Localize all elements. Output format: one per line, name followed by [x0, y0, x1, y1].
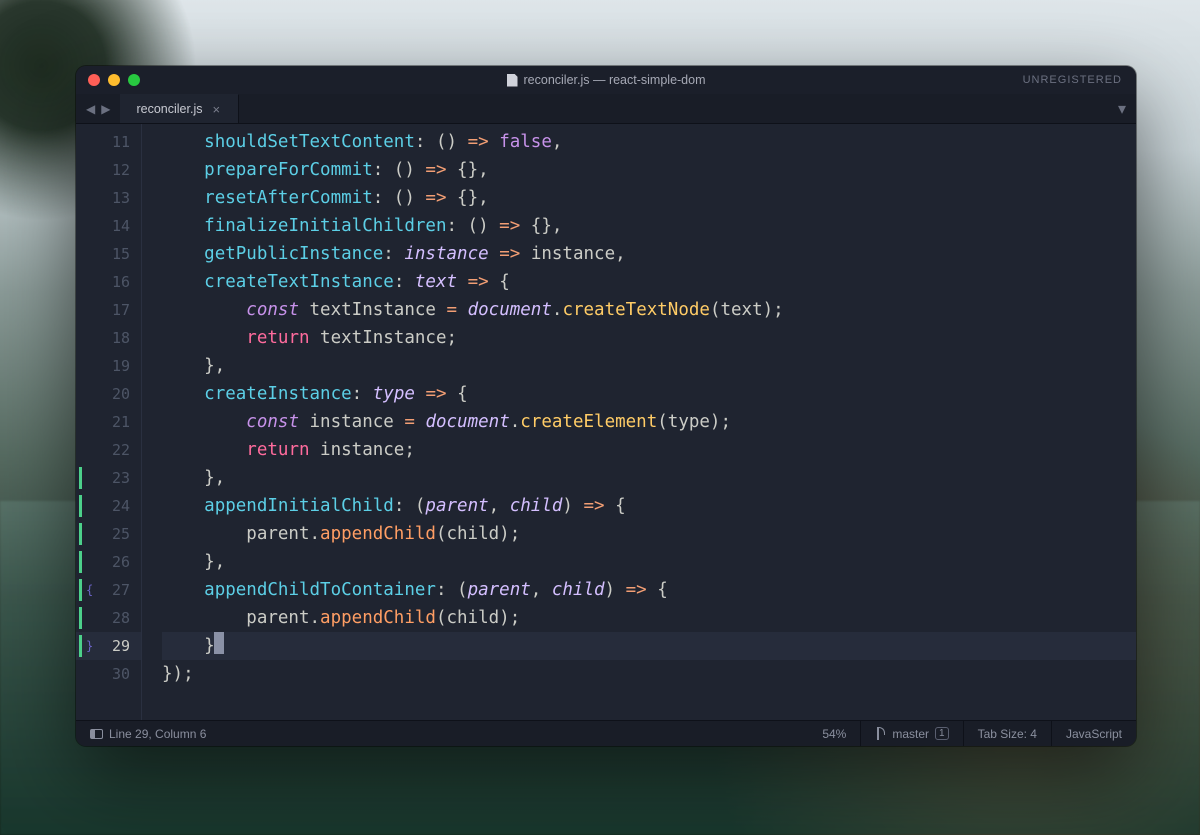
- code-line[interactable]: return instance;: [162, 436, 1136, 464]
- line-number-gutter[interactable]: 1112131415161718192021222324252627{2829}…: [76, 124, 142, 720]
- code-line[interactable]: const textInstance = document.createText…: [162, 296, 1136, 324]
- code-line[interactable]: shouldSetTextContent: () => false,: [162, 128, 1136, 156]
- line-number[interactable]: 28: [76, 604, 142, 632]
- editor-window: reconciler.js — react-simple-dom UNREGIS…: [76, 66, 1136, 746]
- line-number[interactable]: 21: [76, 408, 142, 436]
- minimize-window-button[interactable]: [108, 74, 120, 86]
- syntax-language[interactable]: JavaScript: [1052, 721, 1136, 746]
- line-number[interactable]: 23: [76, 464, 142, 492]
- code-line[interactable]: createInstance: type => {: [162, 380, 1136, 408]
- code-line[interactable]: }: [162, 632, 1136, 660]
- line-number[interactable]: 24: [76, 492, 142, 520]
- line-number[interactable]: 25: [76, 520, 142, 548]
- zoom-window-button[interactable]: [128, 74, 140, 86]
- line-number[interactable]: 18: [76, 324, 142, 352]
- scroll-percent[interactable]: 54%: [808, 721, 860, 746]
- line-number[interactable]: 22: [76, 436, 142, 464]
- line-number[interactable]: 20: [76, 380, 142, 408]
- line-number[interactable]: 13: [76, 184, 142, 212]
- nav-back-icon[interactable]: ◀: [86, 102, 95, 116]
- window-title: reconciler.js — react-simple-dom: [76, 73, 1136, 87]
- code-line[interactable]: },: [162, 464, 1136, 492]
- tab-bar: ◀ ▶ reconciler.js × ▾: [76, 94, 1136, 124]
- close-tab-icon[interactable]: ×: [212, 102, 220, 117]
- window-title-text: reconciler.js — react-simple-dom: [524, 73, 706, 87]
- code-line[interactable]: });: [162, 660, 1136, 688]
- git-branch[interactable]: master 1: [861, 721, 962, 746]
- git-changes-badge: 1: [935, 727, 949, 740]
- titlebar[interactable]: reconciler.js — react-simple-dom UNREGIS…: [76, 66, 1136, 94]
- window-controls: [76, 74, 140, 86]
- line-number[interactable]: 17: [76, 296, 142, 324]
- line-number[interactable]: 12: [76, 156, 142, 184]
- line-number[interactable]: 26: [76, 548, 142, 576]
- code-line[interactable]: },: [162, 352, 1136, 380]
- file-tab-active[interactable]: reconciler.js ×: [120, 94, 239, 123]
- cursor-position: Line 29, Column 6: [109, 727, 206, 741]
- code-area[interactable]: shouldSetTextContent: () => false, prepa…: [142, 124, 1136, 720]
- registration-status: UNREGISTERED: [1023, 74, 1136, 86]
- code-line[interactable]: getPublicInstance: instance => instance,: [162, 240, 1136, 268]
- line-number[interactable]: 15: [76, 240, 142, 268]
- code-line[interactable]: const instance = document.createElement(…: [162, 408, 1136, 436]
- code-line[interactable]: appendInitialChild: (parent, child) => {: [162, 492, 1136, 520]
- status-bar: Line 29, Column 6 54% master 1 Tab Size:…: [76, 720, 1136, 746]
- line-number[interactable]: 14: [76, 212, 142, 240]
- close-window-button[interactable]: [88, 74, 100, 86]
- file-tab-label: reconciler.js: [136, 102, 202, 116]
- git-branch-icon: [875, 727, 886, 740]
- code-line[interactable]: },: [162, 548, 1136, 576]
- line-number[interactable]: 16: [76, 268, 142, 296]
- tab-overflow-button[interactable]: ▾: [1108, 94, 1136, 123]
- code-line[interactable]: createTextInstance: text => {: [162, 268, 1136, 296]
- code-editor[interactable]: 1112131415161718192021222324252627{2829}…: [76, 124, 1136, 720]
- code-line[interactable]: parent.appendChild(child);: [162, 520, 1136, 548]
- line-number[interactable]: 29}: [76, 632, 142, 660]
- line-number[interactable]: 30: [76, 660, 142, 688]
- document-icon: [507, 74, 518, 87]
- line-number[interactable]: 19: [76, 352, 142, 380]
- line-number[interactable]: 11: [76, 128, 142, 156]
- fold-marker-icon[interactable]: {: [86, 576, 93, 604]
- tab-history-nav: ◀ ▶: [76, 94, 120, 123]
- status-panel-toggle[interactable]: Line 29, Column 6: [76, 721, 220, 746]
- code-line[interactable]: parent.appendChild(child);: [162, 604, 1136, 632]
- panel-icon: [90, 729, 103, 739]
- fold-marker-icon[interactable]: }: [86, 632, 93, 660]
- line-number[interactable]: 27{: [76, 576, 142, 604]
- code-line[interactable]: prepareForCommit: () => {},: [162, 156, 1136, 184]
- code-line[interactable]: resetAfterCommit: () => {},: [162, 184, 1136, 212]
- code-line[interactable]: appendChildToContainer: (parent, child) …: [162, 576, 1136, 604]
- code-line[interactable]: return textInstance;: [162, 324, 1136, 352]
- indentation-setting[interactable]: Tab Size: 4: [964, 721, 1051, 746]
- nav-forward-icon[interactable]: ▶: [101, 102, 110, 116]
- code-line[interactable]: finalizeInitialChildren: () => {},: [162, 212, 1136, 240]
